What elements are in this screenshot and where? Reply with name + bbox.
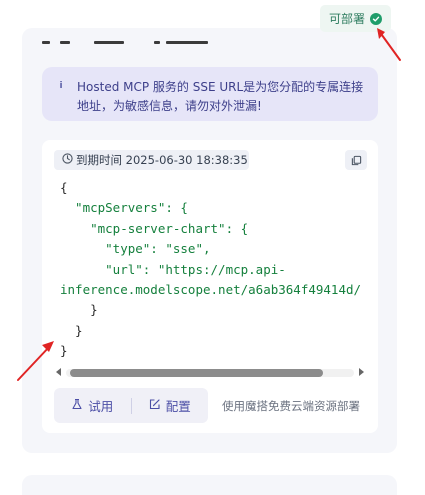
code-line: } [60,343,68,358]
copy-icon [351,151,362,170]
notice-line-1: Hosted MCP 服务的 SSE URL是为您分配的专属连接 [77,80,364,94]
scrollbar-thumb[interactable] [70,369,323,377]
configure-label: 配置 [165,399,191,414]
deployable-label: 可部署 [328,12,365,26]
security-notice: i Hosted MCP 服务的 SSE URL是为您分配的专属连接 地址，为敏… [42,67,378,121]
mcp-config-code[interactable]: { "mcpServers": { "mcp-server-chart": { … [60,178,368,358]
flask-icon [71,398,83,413]
code-line: } [60,322,83,338]
configure-button[interactable]: 配置 [132,396,209,415]
notice-line-2: 地址，为敏感信息，请勿对外泄漏! [77,99,262,113]
info-icon: i [59,81,63,91]
annotation-arrow-bottom [17,341,54,381]
scroll-right-arrow-icon[interactable] [359,368,364,376]
code-line: "type": "sse", [60,241,211,257]
horizontal-scrollbar[interactable] [54,365,366,381]
code-line: { [60,180,68,195]
code-line: "mcp-server-chart": { [60,220,249,236]
next-panel-edge [22,475,397,495]
deploy-note: 使用魔搭免费云端资源部署 [222,399,360,413]
clock-icon [62,153,73,167]
copy-button[interactable] [345,150,367,170]
edit-icon [149,398,161,413]
code-line: "url": "https://mcp.api- [60,261,286,277]
cut-off-heading [42,36,212,48]
check-circle-icon [370,12,382,25]
try-button[interactable]: 试用 [54,396,131,415]
annotation-arrow-top [377,28,401,61]
code-line: inference.modelscope.net/a6ab364f49414d/ [60,282,362,298]
expiry-time-chip: 到期时间 2025-06-30 18:38:35 [54,150,249,170]
try-label: 试用 [88,399,114,414]
code-line: } [60,302,98,318]
code-line: "mcpServers": { [60,200,188,216]
expiry-time-text: 到期时间 2025-06-30 18:38:35 [76,153,248,167]
action-bar: 试用 配置 [54,388,208,423]
